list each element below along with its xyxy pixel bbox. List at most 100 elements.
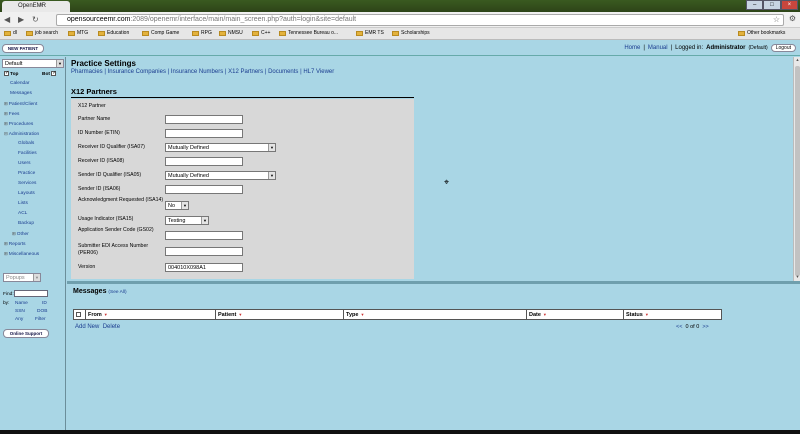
link-x12-partners[interactable]: X12 Partners — [228, 69, 263, 75]
nav-miscellaneous[interactable]: Miscellaneous — [4, 251, 39, 257]
find-by-id[interactable]: ID — [42, 301, 47, 306]
top-checkbox[interactable] — [4, 70, 9, 76]
nav-administration[interactable]: Administration — [4, 131, 39, 137]
logout-button[interactable]: Logout — [770, 44, 796, 52]
gs02-input[interactable] — [165, 231, 243, 240]
bookmark-item[interactable]: C++ — [252, 30, 270, 36]
messages-heading: Messages (See All) — [73, 288, 127, 295]
nav-globals[interactable]: Globals — [18, 141, 34, 146]
scroll-thumb[interactable] — [795, 66, 800, 276]
maximize-icon[interactable]: □ — [763, 0, 781, 10]
col-patient[interactable]: Patient ▼ — [216, 310, 344, 319]
reload-icon[interactable]: ↻ — [32, 15, 39, 24]
nav-procedures[interactable]: Procedures — [4, 121, 34, 127]
online-support-button[interactable]: Online Support — [3, 329, 49, 338]
minimize-icon[interactable]: – — [746, 0, 764, 10]
bot-checkbox[interactable] — [51, 70, 57, 76]
per06-label: Submitter EDI Access Number (PER06) — [78, 243, 149, 256]
manual-link[interactable]: Manual — [648, 45, 668, 51]
popups-select[interactable]: Popups ▼ — [3, 273, 41, 282]
see-all-link[interactable]: (See All) — [108, 290, 126, 295]
bookmark-item[interactable]: Scholarships — [392, 30, 430, 36]
col-date[interactable]: Date ▼ — [527, 310, 624, 319]
folder-icon — [219, 30, 226, 36]
main-scrollbar[interactable]: ▲ ▼ — [793, 57, 800, 281]
nav-patient-client[interactable]: Patient/Client — [4, 101, 38, 107]
nav-practice[interactable]: Practice — [18, 171, 35, 176]
nav-fees[interactable]: Fees — [4, 111, 20, 117]
browser-tab[interactable]: OpenEMR × — [2, 1, 70, 12]
nav-acl[interactable]: ACL — [18, 211, 27, 216]
find-by-any[interactable]: Any — [15, 317, 23, 322]
nav-other[interactable]: Other — [12, 231, 29, 237]
add-new-link[interactable]: Add New — [75, 324, 99, 330]
nav-users[interactable]: Users — [18, 161, 31, 166]
select-all-checkbox[interactable] — [76, 312, 81, 318]
bookmark-item[interactable]: EMR TS — [356, 30, 384, 36]
col-from[interactable]: From ▼ — [86, 310, 216, 319]
home-link[interactable]: Home — [624, 45, 640, 51]
link-pharmacies[interactable]: Pharmacies — [71, 69, 103, 75]
delete-link[interactable]: Delete — [103, 324, 120, 330]
find-by-ssn[interactable]: SSN — [15, 309, 25, 314]
isa15-select[interactable]: Testing ▼ — [165, 216, 209, 225]
address-bar[interactable]: opensourceemr.com:2089/openemr/interface… — [56, 14, 784, 26]
etin-input[interactable] — [165, 129, 243, 138]
partner-name-input[interactable] — [165, 115, 243, 124]
col-type[interactable]: Type ▼ — [344, 310, 527, 319]
nav-messages[interactable]: Messages — [10, 91, 32, 96]
bookmark-item[interactable]: NMSU — [219, 30, 243, 36]
per06-input[interactable] — [165, 247, 243, 256]
nav-layouts[interactable]: Layouts — [18, 191, 35, 196]
folder-icon — [392, 30, 399, 36]
taskbar — [0, 430, 800, 434]
link-documents[interactable]: Documents — [268, 69, 298, 75]
link-insurance-companies[interactable]: Insurance Companies — [108, 69, 166, 75]
window-close-icon[interactable]: × — [780, 0, 798, 10]
find-by-name[interactable]: Name — [15, 301, 28, 306]
wrench-icon[interactable]: ⚙ — [789, 14, 796, 23]
bookmark-star-icon[interactable]: ☆ — [773, 15, 780, 24]
nav-calendar[interactable]: Calendar — [10, 81, 29, 86]
prev-page-link[interactable]: << — [676, 324, 682, 330]
bookmark-item[interactable]: Comp Game — [142, 30, 179, 36]
other-bookmarks[interactable]: Other bookmarks — [738, 30, 785, 36]
bookmark-item[interactable]: RPG — [192, 30, 212, 36]
isa05-select[interactable]: Mutually Defined ▼ — [165, 171, 276, 180]
nav-backup[interactable]: Backup — [18, 221, 34, 226]
version-input[interactable]: 004010X098A1 — [165, 263, 243, 272]
view-select[interactable]: Default ▼ — [2, 59, 64, 68]
isa07-select[interactable]: Mutually Defined ▼ — [165, 143, 276, 152]
scroll-down-icon[interactable]: ▼ — [794, 274, 800, 281]
nav-facilities[interactable]: Facilities — [18, 151, 37, 156]
find-input[interactable] — [14, 290, 48, 297]
new-patient-button[interactable]: NEW PATIENT — [2, 44, 44, 53]
chevron-down-icon: ▼ — [268, 172, 275, 179]
scroll-up-icon[interactable]: ▲ — [794, 57, 800, 64]
isa08-input[interactable] — [165, 157, 243, 166]
forward-icon[interactable]: ▶ — [18, 15, 24, 24]
col-status[interactable]: Status ▼ — [624, 310, 721, 319]
tab-close-icon[interactable]: × — [39, 3, 43, 9]
nav-lists[interactable]: Lists — [18, 201, 28, 206]
chevron-down-icon: ▼ — [181, 202, 188, 209]
folder-icon — [192, 30, 199, 36]
bookmark-item[interactable]: Tennessee Bureau o... — [279, 30, 338, 36]
link-hl7-viewer[interactable]: HL7 Viewer — [303, 69, 334, 75]
link-insurance-numbers[interactable]: Insurance Numbers — [171, 69, 223, 75]
find-by-dob[interactable]: DOB — [37, 309, 47, 314]
nav-reports[interactable]: Reports — [4, 241, 26, 247]
bot-frame-toggle[interactable]: Bot — [42, 70, 57, 77]
isa14-select[interactable]: No ▼ — [165, 201, 189, 210]
next-page-link[interactable]: >> — [702, 324, 708, 330]
find-by-filter[interactable]: Filter — [35, 317, 46, 322]
bookmark-item[interactable]: MTG — [68, 30, 88, 36]
header-user-area: Home | Manual | Logged in: Administrator… — [624, 44, 796, 52]
bookmark-item[interactable]: dl — [4, 30, 17, 36]
back-icon[interactable]: ◀ — [4, 15, 10, 24]
top-frame-toggle[interactable]: Top — [4, 70, 18, 77]
bookmark-item[interactable]: Education — [98, 30, 129, 36]
isa06-input[interactable] — [165, 185, 243, 194]
nav-services[interactable]: Services — [18, 181, 36, 186]
bookmark-item[interactable]: job search — [26, 30, 58, 36]
